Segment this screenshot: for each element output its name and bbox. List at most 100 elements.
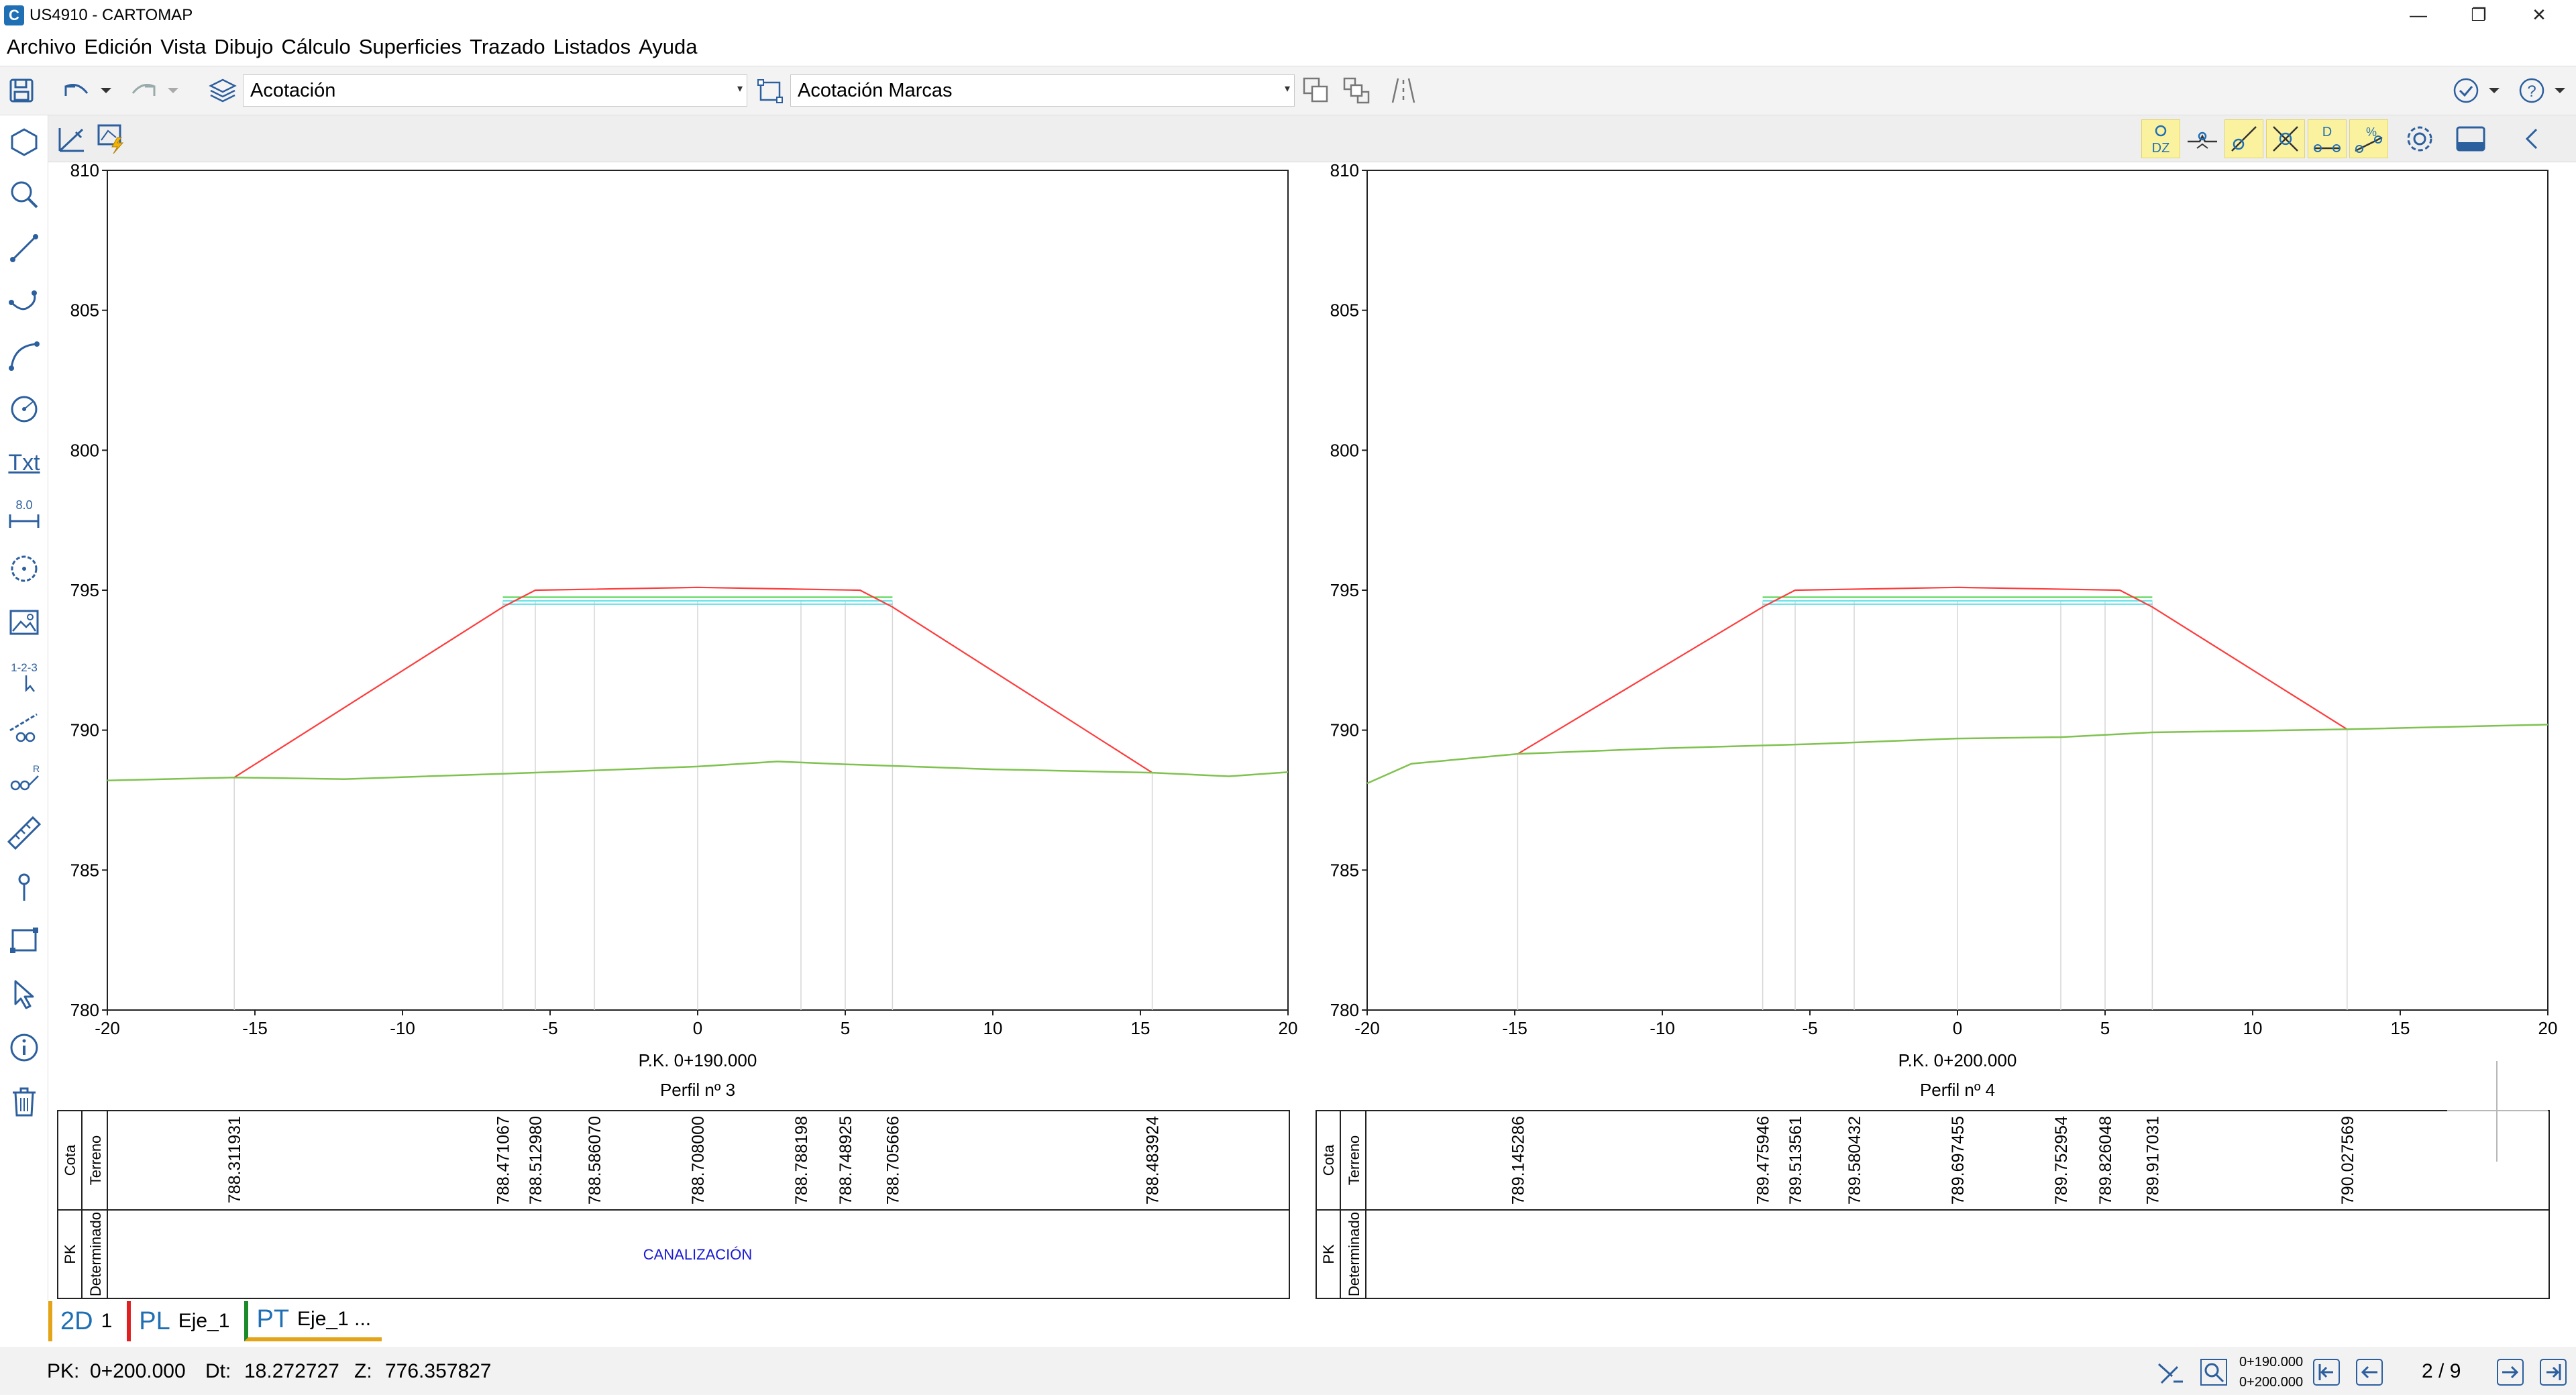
profile-name: Perfil nº 4: [1920, 1080, 1995, 1100]
x-tick-label: 5: [2100, 1018, 2110, 1038]
panel-icon[interactable]: [2451, 119, 2490, 158]
pin-icon[interactable]: [4, 867, 44, 907]
vertex-icon[interactable]: [2183, 119, 2222, 158]
circle-icon[interactable]: [4, 389, 44, 429]
y-tick-label: 795: [1330, 580, 1359, 600]
numbering-icon[interactable]: 1-2-3: [4, 656, 44, 696]
undo-icon[interactable]: [60, 73, 114, 108]
search-icon[interactable]: [4, 174, 44, 215]
line-icon[interactable]: [4, 228, 44, 268]
text-icon[interactable]: Txt: [4, 443, 44, 483]
terrain-elevation-value: 789.145286: [1509, 1116, 1527, 1205]
y-tick-label: 780: [70, 1000, 99, 1020]
snap-intersection-button[interactable]: [2266, 119, 2305, 158]
y-tick-label: 795: [70, 580, 99, 600]
layer-select[interactable]: Acotación ▾: [243, 74, 747, 107]
snap-distance-button[interactable]: D: [2308, 119, 2347, 158]
radius-icon[interactable]: R: [4, 759, 44, 799]
profile-canvas[interactable]: 810 805 800 795 790 785 780 -20 -15 -10 -5 0 5 10 15 20…: [48, 162, 2576, 1301]
document-tabs: 2D 1 PL Eje_1 PT Eje_1 ...: [48, 1301, 386, 1341]
chain-icon[interactable]: [4, 708, 44, 748]
dz-button[interactable]: DZ: [2141, 119, 2180, 158]
pk-label: P.K. 0+190.000: [639, 1050, 757, 1070]
y-tick-label: 790: [1330, 720, 1359, 740]
quick-calc-icon[interactable]: [94, 121, 130, 157]
terrain-elevation-value: 790.027569: [2339, 1116, 2357, 1205]
gear-icon[interactable]: [2400, 119, 2439, 158]
image-icon[interactable]: [4, 602, 44, 643]
x-tick-label: 10: [2243, 1018, 2263, 1038]
menu-trazado[interactable]: Trazado: [470, 35, 545, 59]
snap-line-button[interactable]: [2224, 119, 2263, 158]
y-tick-label: 800: [70, 440, 99, 460]
terrain-elevation-value: 788.471067: [494, 1116, 513, 1205]
save-icon[interactable]: [4, 73, 39, 108]
x-tick-label: 20: [2538, 1018, 2558, 1038]
title-bar: C US4910 - CARTOMAP — ❐ ✕: [0, 0, 2576, 30]
next-page-icon[interactable]: [2496, 1357, 2525, 1387]
restore-button[interactable]: ❐: [2449, 0, 2509, 30]
polyline-icon[interactable]: [4, 282, 44, 322]
table-label-pk: PK: [62, 1244, 78, 1264]
help-icon[interactable]: ?: [2517, 73, 2571, 108]
minimize-button[interactable]: —: [2388, 0, 2449, 30]
validate-icon[interactable]: [2451, 73, 2505, 108]
menu-ayuda[interactable]: Ayuda: [639, 35, 697, 59]
polygon-icon[interactable]: [4, 122, 44, 162]
cloud-icon[interactable]: [4, 549, 44, 589]
rectangle-icon[interactable]: [4, 920, 44, 960]
select-arrow-icon[interactable]: [4, 974, 44, 1014]
tab-label: Eje_1 ...: [297, 1308, 372, 1330]
chevron-left-icon[interactable]: [2513, 119, 2552, 158]
determinado-text: CANALIZACIÓN: [643, 1246, 753, 1263]
first-page-icon[interactable]: [2312, 1357, 2341, 1387]
x-tick-label: -5: [1802, 1018, 1817, 1038]
layer-manager-icon[interactable]: [1339, 73, 1374, 108]
trash-icon[interactable]: [4, 1081, 44, 1121]
menu-listados[interactable]: Listados: [553, 35, 631, 59]
x-tick-label: -15: [242, 1018, 268, 1038]
page-indicator: 2 / 9: [2422, 1360, 2461, 1382]
redo-icon[interactable]: [127, 73, 181, 108]
menu-superficies[interactable]: Superficies: [359, 35, 462, 59]
y-tick-label: 810: [1330, 162, 1359, 180]
menu-calculo[interactable]: Cálculo: [281, 35, 350, 59]
terrain-elevation-value: 788.512980: [527, 1116, 545, 1205]
menu-dibujo[interactable]: Dibujo: [214, 35, 273, 59]
dz-label: DZ: [2152, 141, 2170, 156]
dimension-icon[interactable]: 8.0: [4, 495, 44, 535]
copy-layer-icon[interactable]: [1299, 73, 1334, 108]
y-tick-label: 810: [70, 162, 99, 180]
menu-edicion[interactable]: Edición: [84, 35, 152, 59]
pk-value: 0+200.000: [90, 1360, 186, 1382]
secondary-toolbar: DZ D %: [0, 115, 2576, 162]
tab-label: 1: [101, 1310, 113, 1332]
zoom-icon[interactable]: [2199, 1357, 2229, 1387]
arc-icon[interactable]: [4, 335, 44, 376]
layer-select-value: Acotación: [250, 79, 336, 101]
ruler-icon[interactable]: [4, 813, 44, 853]
info-icon[interactable]: [4, 1027, 44, 1068]
road-icon[interactable]: [1386, 73, 1421, 108]
previous-page-icon[interactable]: [2355, 1357, 2384, 1387]
tab-label: Eje_1: [178, 1310, 230, 1332]
tab-plan[interactable]: PL Eje_1: [127, 1301, 241, 1341]
tab-2d[interactable]: 2D 1: [48, 1301, 123, 1341]
zoom-section-icon[interactable]: [2156, 1357, 2186, 1387]
menu-archivo[interactable]: Archivo: [7, 35, 76, 59]
x-tick-label: 15: [1131, 1018, 1150, 1038]
x-tick-label: 15: [2391, 1018, 2410, 1038]
menu-vista[interactable]: Vista: [160, 35, 206, 59]
table-label-cota: Cota: [62, 1144, 78, 1176]
tab-cross-section[interactable]: PT Eje_1 ...: [244, 1301, 382, 1341]
snap-percent-button[interactable]: %: [2349, 119, 2388, 158]
d-label: D: [2322, 125, 2332, 140]
style-select[interactable]: Acotación Marcas ▾: [790, 74, 1295, 107]
style-select-value: Acotación Marcas: [798, 79, 953, 101]
close-button[interactable]: ✕: [2509, 0, 2569, 30]
x-tick-label: 0: [693, 1018, 702, 1038]
x-tick-label: 5: [841, 1018, 850, 1038]
edit-profile-icon[interactable]: [54, 121, 90, 157]
x-tick-label: -20: [95, 1018, 120, 1038]
last-page-icon[interactable]: [2538, 1357, 2568, 1387]
